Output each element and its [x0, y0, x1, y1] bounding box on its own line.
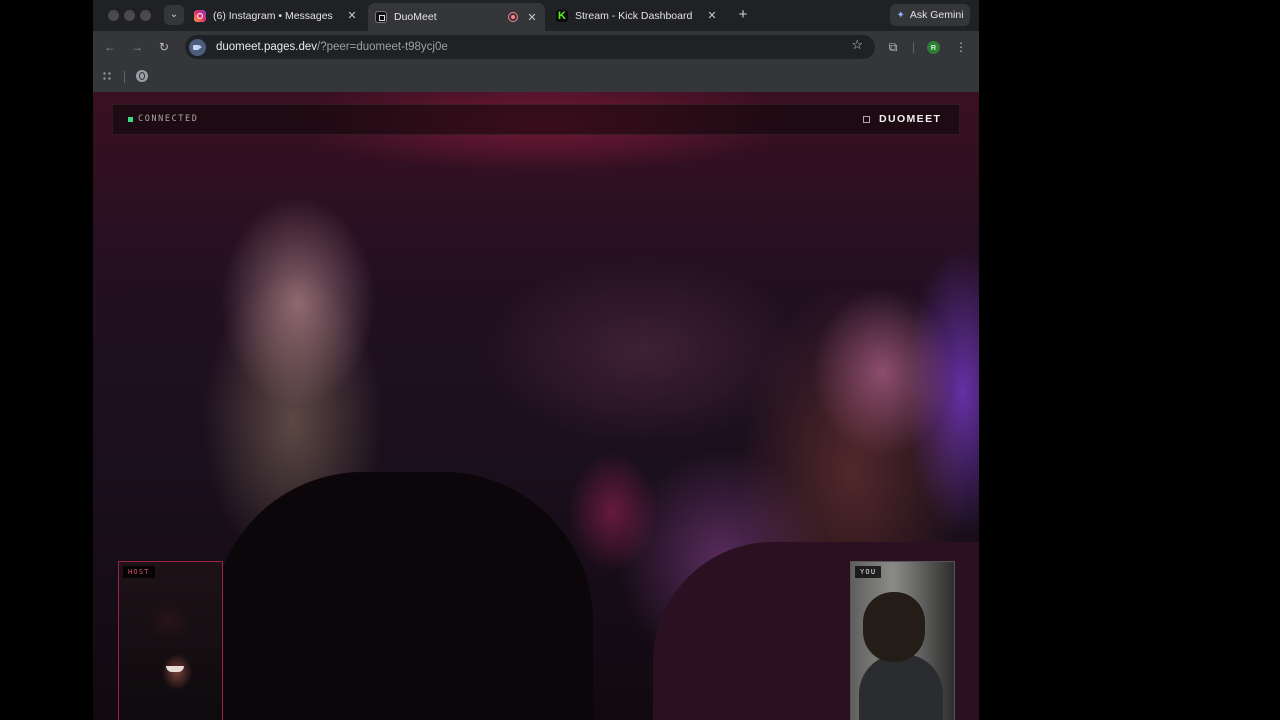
brand-logo: DUOMEET — [879, 113, 942, 125]
status-indicator — [128, 117, 133, 122]
recording-icon — [508, 12, 518, 22]
puzzle-icon[interactable]: ⧉ — [883, 37, 903, 57]
star-icon[interactable]: ☆ — [851, 37, 863, 53]
globe-icon[interactable] — [136, 70, 148, 82]
arrow-right-icon[interactable]: → — [127, 37, 147, 57]
instagram-icon — [194, 9, 206, 22]
site-video-icon[interactable] — [189, 38, 206, 56]
ask-gemini-button[interactable]: ✦ Ask Gemini — [890, 4, 970, 26]
window-close-button[interactable] — [108, 10, 119, 21]
host-video-frame — [166, 666, 184, 672]
bookmarks-bar — [93, 63, 979, 93]
kebab-menu-icon[interactable]: ⋮ — [951, 37, 971, 57]
tab-title: DuoMeet — [394, 11, 437, 23]
bookmarks-divider — [124, 71, 125, 83]
gemini-sparkle-icon: ✦ — [896, 9, 905, 21]
self-video-frame — [859, 654, 943, 720]
tab-title: Stream - Kick Dashboard — [575, 9, 693, 22]
browser-toolbar: ← → ↻ duomeet.pages.dev/?peer=duomeet-t9… — [93, 31, 979, 63]
chevron-down-icon[interactable]: ⌄ — [164, 5, 184, 25]
call-header: CONNECTED DUOMEET — [112, 104, 960, 135]
arrow-left-icon[interactable]: ← — [100, 37, 120, 57]
tab-kick[interactable]: K Stream - Kick Dashboard ✕ — [556, 4, 719, 27]
toolbar-divider — [913, 42, 914, 53]
tab-duomeet[interactable]: DuoMeet ✕ — [368, 3, 545, 31]
address-bar[interactable]: duomeet.pages.dev/?peer=duomeet-t98ycj0e… — [185, 35, 875, 59]
self-video-head — [863, 592, 925, 662]
apps-grid-icon[interactable] — [102, 71, 112, 81]
host-video-thumbnail[interactable]: HOST — [118, 561, 223, 720]
kick-icon: K — [556, 9, 568, 22]
window-minimize-button[interactable] — [124, 10, 135, 21]
status-badge: CONNECTED — [138, 114, 199, 124]
window-zoom-button[interactable] — [140, 10, 151, 21]
avatar[interactable]: R — [927, 41, 940, 54]
duomeet-icon — [375, 11, 387, 23]
browser-window: ⌄ (6) Instagram • Messages ✕ DuoMeet ✕ K… — [93, 0, 979, 720]
new-tab-button[interactable]: + — [733, 5, 753, 25]
close-icon[interactable]: ✕ — [345, 9, 359, 22]
you-label: YOU — [855, 566, 882, 578]
tab-strip: ⌄ (6) Instagram • Messages ✕ DuoMeet ✕ K… — [93, 0, 979, 31]
url-text[interactable]: duomeet.pages.dev/?peer=duomeet-t98ycj0e — [216, 41, 448, 53]
tab-title: (6) Instagram • Messages — [213, 9, 333, 22]
reload-icon[interactable]: ↻ — [154, 37, 174, 57]
tab-instagram[interactable]: (6) Instagram • Messages ✕ — [194, 4, 359, 27]
host-label: HOST — [123, 566, 155, 578]
close-icon[interactable]: ✕ — [705, 9, 719, 22]
video-call-page: CONNECTED DUOMEET HOST YOU — [93, 92, 979, 720]
close-icon[interactable]: ✕ — [525, 11, 539, 24]
remote-video-person-left — [213, 472, 593, 720]
ask-gemini-label: Ask Gemini — [909, 9, 964, 21]
self-video-thumbnail[interactable]: YOU — [850, 561, 955, 720]
logo-square-icon — [863, 116, 870, 123]
